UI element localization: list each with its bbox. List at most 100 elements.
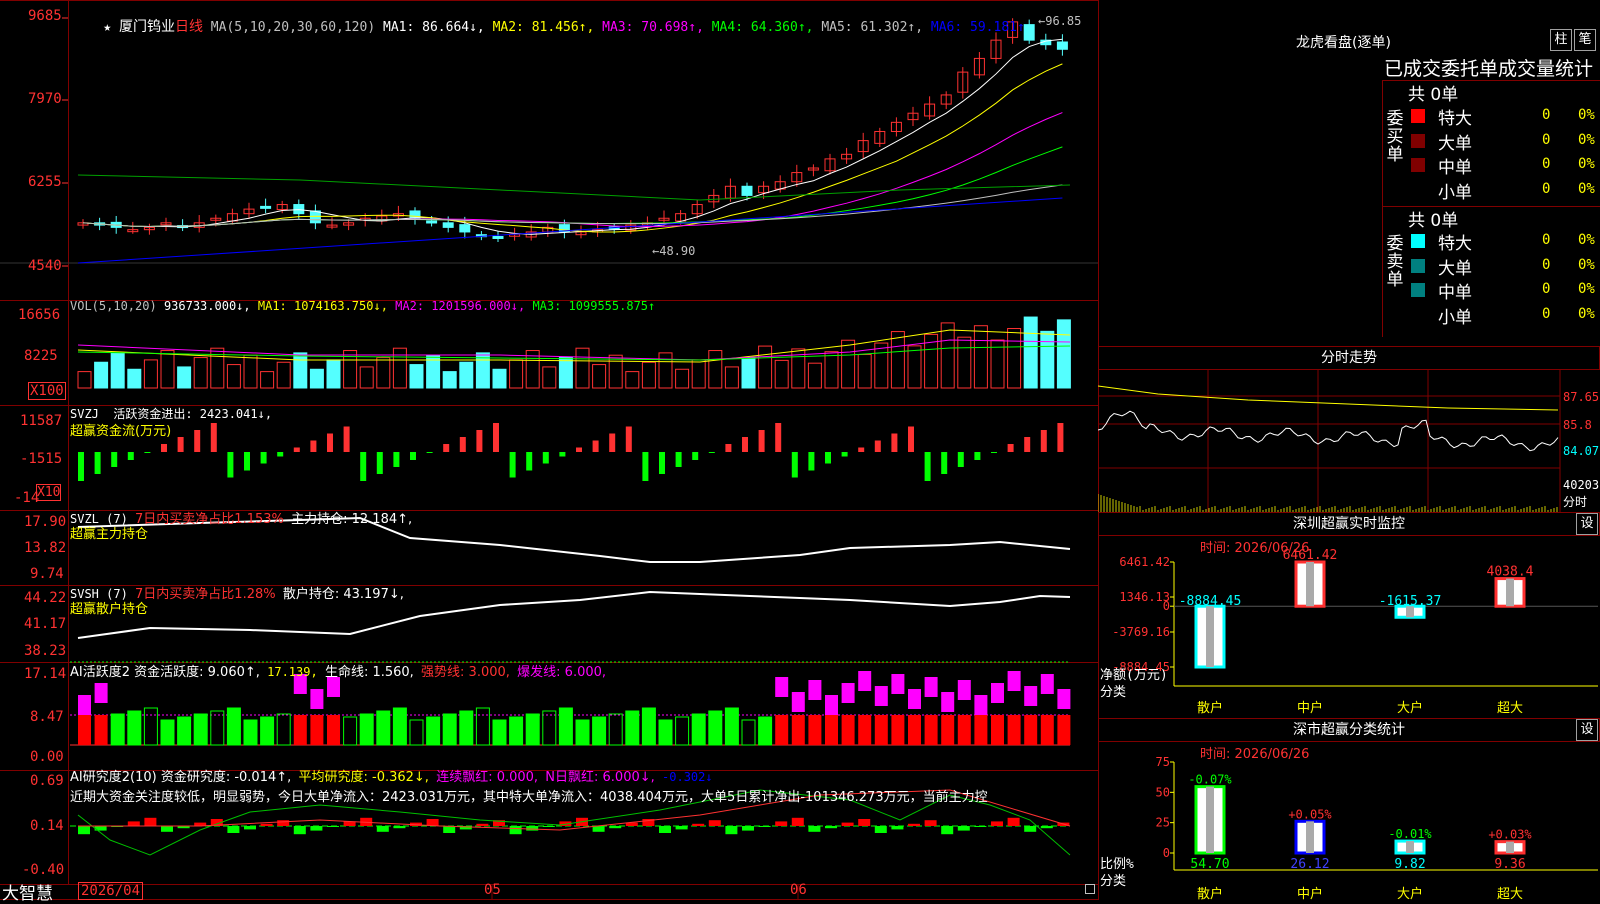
volume-bar: [658, 352, 673, 389]
star-icon[interactable]: ★: [103, 20, 111, 35]
scfl-category: 散户: [1197, 886, 1223, 900]
ai1-bar-top: [1040, 674, 1054, 694]
svzj-unit: X10: [36, 484, 62, 501]
ai2-bar: [775, 821, 788, 826]
szcy-tick: 0: [1163, 599, 1170, 613]
volume-bar: [907, 345, 922, 389]
svzj-bar: [874, 440, 881, 452]
ai1-axis-3: 0.00: [30, 749, 64, 765]
ai2-bar: [808, 826, 821, 832]
ai2-bar: [659, 826, 671, 833]
fs-price-line: [1098, 410, 1559, 452]
volume-bar: [94, 361, 109, 389]
intraday-chart[interactable]: [1098, 370, 1600, 512]
ai2-bar: [692, 823, 705, 826]
buy-row-label: 中单: [1438, 158, 1472, 178]
ai2-axis-1: 0.69: [30, 773, 64, 789]
lock-icon[interactable]: [1085, 884, 1095, 894]
svzj-bar: [924, 452, 931, 481]
ai2-bar: [825, 826, 837, 829]
ai1-bar: [327, 715, 340, 745]
ai1-bar: [974, 715, 988, 745]
buy-row-pct: 0%: [1578, 156, 1595, 172]
ai1-bar-top: [825, 695, 838, 715]
bar-mode-button[interactable]: 柱: [1550, 29, 1572, 51]
scfl-value-label: 9.82: [1394, 857, 1425, 872]
volume-bar: [127, 368, 142, 389]
ai1-bar-top: [791, 692, 805, 712]
sell-row-count: 0: [1542, 232, 1551, 248]
sell-row-swatch: [1411, 258, 1425, 273]
volume-bar: [160, 350, 175, 389]
svzj-bar: [1040, 430, 1047, 452]
ai2-bar: [957, 826, 970, 831]
svzj-bar: [974, 452, 981, 460]
ai2-bar: [293, 826, 306, 835]
svzj-bar: [891, 433, 898, 452]
ai1-bar-top: [891, 674, 905, 694]
kline-main-chart[interactable]: [0, 0, 1098, 900]
ai1-bar-top: [908, 689, 921, 709]
svzj-bar: [493, 423, 499, 452]
ai1-axis-1: 17.14: [24, 666, 67, 682]
svzj-bar: [758, 430, 765, 452]
sell-row-count: 0: [1542, 256, 1551, 273]
svsh-axis-2: 41.17: [24, 616, 67, 632]
candle-body: [260, 205, 272, 209]
svzj-sub: 超赢资金流(万元): [70, 424, 172, 439]
ai2-bar: [443, 826, 456, 833]
stock-name: 厦门钨业: [118, 19, 175, 35]
sell-row-label: 特大: [1438, 234, 1472, 254]
svzj-bar: [476, 430, 483, 452]
svzj-bar: [244, 452, 250, 471]
ai1-bar: [708, 710, 723, 746]
buy-row-label: 特大: [1438, 109, 1472, 129]
date-axis-start: 2026/04: [78, 882, 144, 900]
sell-row-count: 0: [1542, 305, 1551, 322]
ai1-bar: [791, 715, 805, 745]
svzj-bar: [559, 452, 566, 457]
volume-bar: [741, 357, 756, 389]
volume-bar: [857, 354, 872, 389]
scfl-value-label: 54.70: [1190, 857, 1229, 872]
svzj-bar: [526, 452, 533, 471]
period-label[interactable]: 日线: [175, 19, 203, 35]
tick-mode-button[interactable]: 笔: [1574, 29, 1596, 51]
svzj-axis-2: -1515: [20, 451, 63, 467]
volume-bar: [293, 352, 308, 389]
svzj-bar: [791, 452, 798, 478]
volume-bar: [675, 368, 690, 389]
svzj-bar: [443, 444, 450, 452]
volume-bar: [841, 339, 856, 389]
szcy-category: 散户: [1197, 700, 1223, 714]
svzl-sub: 超赢主力持仓: [70, 527, 149, 542]
ai1-bar: [210, 710, 225, 746]
ma6-line: [77, 197, 1063, 264]
ai2-bar: [742, 826, 754, 831]
svzj-bar: [725, 444, 732, 452]
svzj-bar: [808, 452, 815, 471]
ai1-bar: [392, 707, 407, 746]
szcy-title: 深圳超赢实时监控: [1098, 512, 1600, 536]
sell-side-label: 委卖单: [1386, 234, 1404, 290]
ai1-bar-top: [841, 683, 855, 703]
ai1-bar: [177, 716, 192, 746]
svzj-bar: [393, 452, 400, 467]
svzj-bar: [991, 452, 997, 453]
scfl-tick: 75: [1156, 755, 1170, 769]
ai1-bar: [891, 715, 905, 745]
scfl-value-label: 9.36: [1494, 857, 1525, 872]
sell-row-pct: 0%: [1578, 305, 1595, 322]
volume-bar: [226, 364, 241, 389]
svzj-bar: [609, 433, 616, 452]
scfl-ylabel: 比例%: [1100, 857, 1134, 872]
scfl-settings-button[interactable]: 设: [1576, 719, 1598, 741]
sell-row-label: 中单: [1438, 283, 1472, 303]
svzj-bar: [327, 433, 333, 452]
ai2-axis-2: 0.14: [30, 818, 64, 834]
svzj-bar: [858, 447, 865, 452]
szcy-settings-button[interactable]: 设: [1576, 513, 1598, 535]
ai2-bar: [509, 826, 522, 835]
scfl-change-label: +0.03%: [1488, 828, 1532, 842]
ai2-bar: [941, 826, 954, 835]
